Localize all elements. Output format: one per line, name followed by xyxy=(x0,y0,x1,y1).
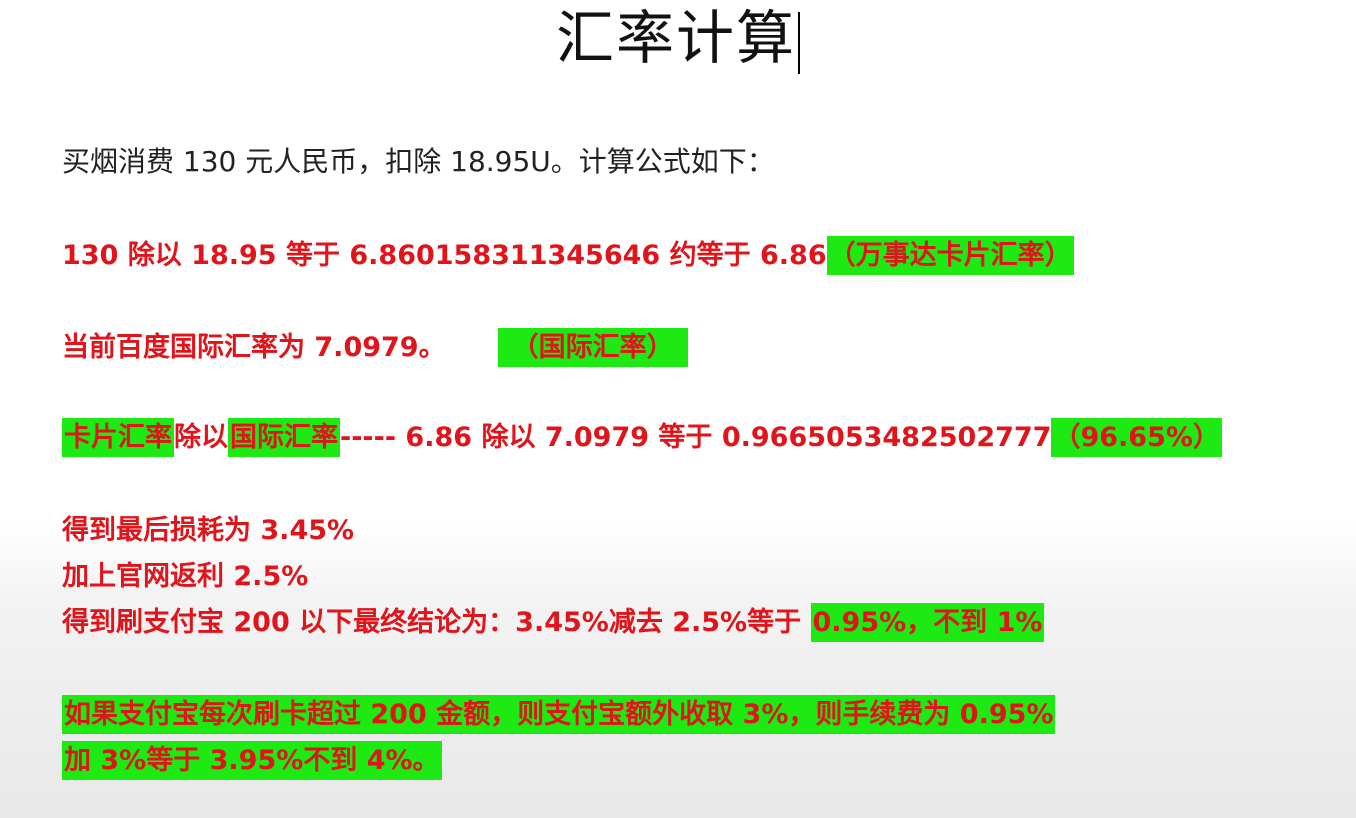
intro-paragraph: 买烟消费 130 元人民币，扣除 18.95U。计算公式如下： xyxy=(62,145,775,178)
ratio-divide-text: 除以 xyxy=(174,422,228,453)
title-text: 汇率计算 xyxy=(555,4,796,72)
conclusion-line: 得到刷支付宝 200 以下最终结论为：3.45%减去 2.5%等于 0.95%，… xyxy=(62,600,1045,646)
ratio-result-highlight: （96.65%） xyxy=(1051,418,1222,457)
text-cursor xyxy=(798,11,800,74)
ratio-line: 卡片汇率除以国际汇率----- 6.86 除以 7.0979 等于 0.9665… xyxy=(62,416,1222,460)
conclusion-text: 得到刷支付宝 200 以下最终结论为：3.45%减去 2.5%等于 xyxy=(62,607,811,638)
page-title[interactable]: 汇率计算 xyxy=(0,0,1356,76)
card-rate-line: 130 除以 18.95 等于 6.860158311345646 约等于 6.… xyxy=(62,234,1074,278)
conclusion-highlight: 0.95%，不到 1% xyxy=(810,603,1045,642)
over-200-line-1: 如果支付宝每次刷卡超过 200 金额，则支付宝额外收取 3%，则手续费为 0.9… xyxy=(62,692,1056,738)
over-200-highlight-2: 加 3%等于 3.95%不到 4%。 xyxy=(62,741,442,780)
over-200-highlight-1: 如果支付宝每次刷卡超过 200 金额，则支付宝额外收取 3%，则手续费为 0.9… xyxy=(62,695,1056,734)
over-200-line-2: 加 3%等于 3.95%不到 4%。 xyxy=(62,738,442,784)
card-rate-calc: 130 除以 18.95 等于 6.860158311345646 约等于 6.… xyxy=(62,240,827,271)
loss-line: 得到最后损耗为 3.45% xyxy=(62,515,355,546)
intl-rate-line: 当前百度国际汇率为 7.0979。 （国际汇率） xyxy=(62,326,688,370)
rebate-line: 加上官网返利 2.5% xyxy=(62,561,309,592)
ratio-highlight-intl: 国际汇率 xyxy=(228,418,340,457)
intl-rate-text: 当前百度国际汇率为 7.0979。 xyxy=(62,332,446,363)
intl-rate-highlight: （国际汇率） xyxy=(497,328,688,367)
card-rate-highlight: （万事达卡片汇率） xyxy=(826,236,1074,275)
ratio-calc-text: ----- 6.86 除以 7.0979 等于 0.96650534825027… xyxy=(340,422,1052,453)
ratio-highlight-card: 卡片汇率 xyxy=(62,418,174,457)
